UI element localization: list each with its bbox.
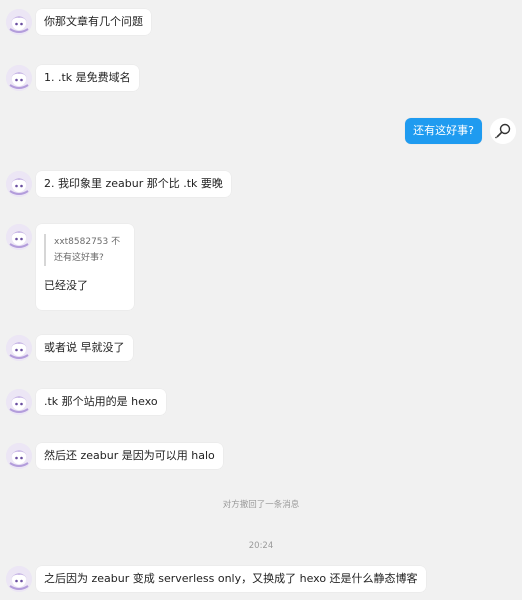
contact-avatar[interactable] <box>6 566 32 592</box>
message-bubble[interactable]: 或者说 早就没了 <box>36 335 133 361</box>
quoted-message[interactable]: xxt8582753 不 还有这好事? <box>44 234 126 266</box>
contact-avatar[interactable] <box>6 65 32 91</box>
message-text: 然后还 zeabur 是因为可以用 halo <box>44 449 215 462</box>
message-bubble[interactable]: .tk 那个站用的是 hexo <box>36 389 166 415</box>
message-bubble[interactable]: 1. .tk 是免费域名 <box>36 65 139 91</box>
message-bubble[interactable]: 2. 我印象里 zeabur 那个比 .tk 要晚 <box>36 171 231 197</box>
message-text: 你那文章有几个问题 <box>44 15 143 28</box>
timestamp: 20:24 <box>248 541 274 551</box>
message-text: 1. .tk 是免费域名 <box>44 71 131 84</box>
message-text: 或者说 早就没了 <box>44 341 125 354</box>
message-bubble[interactable]: 你那文章有几个问题 <box>36 9 151 35</box>
contact-avatar[interactable] <box>6 389 32 415</box>
contact-avatar[interactable] <box>6 224 32 250</box>
message-text: 2. 我印象里 zeabur 那个比 .tk 要晚 <box>44 177 223 190</box>
contact-avatar[interactable] <box>6 171 32 197</box>
quote-header: xxt8582753 不 <box>54 234 126 250</box>
message-text: .tk 那个站用的是 hexo <box>44 395 158 408</box>
user-avatar[interactable] <box>490 118 516 144</box>
quote-suffix: 不 <box>111 237 121 247</box>
message-text: 还有这好事? <box>413 124 474 137</box>
recall-notice: 对方撤回了一条消息 <box>222 500 300 510</box>
contact-avatar[interactable] <box>6 9 32 35</box>
quoted-reply-bubble[interactable]: xxt8582753 不 还有这好事? 已经没了 <box>36 224 134 310</box>
quote-text: 还有这好事? <box>54 253 104 263</box>
message-bubble[interactable]: 之后因为 zeabur 变成 serverless only，又换成了 hexo… <box>36 566 426 592</box>
message-bubble-self[interactable]: 还有这好事? <box>405 118 482 144</box>
message-bubble[interactable]: 然后还 zeabur 是因为可以用 halo <box>36 443 223 469</box>
chat-window: 你那文章有几个问题 1. .tk 是免费域名 还有这好事? 2. 我印象里 ze… <box>0 0 522 600</box>
quote-author: xxt8582753 <box>54 237 109 247</box>
message-text: 已经没了 <box>44 279 88 292</box>
contact-avatar[interactable] <box>6 443 32 469</box>
contact-avatar[interactable] <box>6 335 32 361</box>
message-text: 之后因为 zeabur 变成 serverless only，又换成了 hexo… <box>44 572 418 585</box>
